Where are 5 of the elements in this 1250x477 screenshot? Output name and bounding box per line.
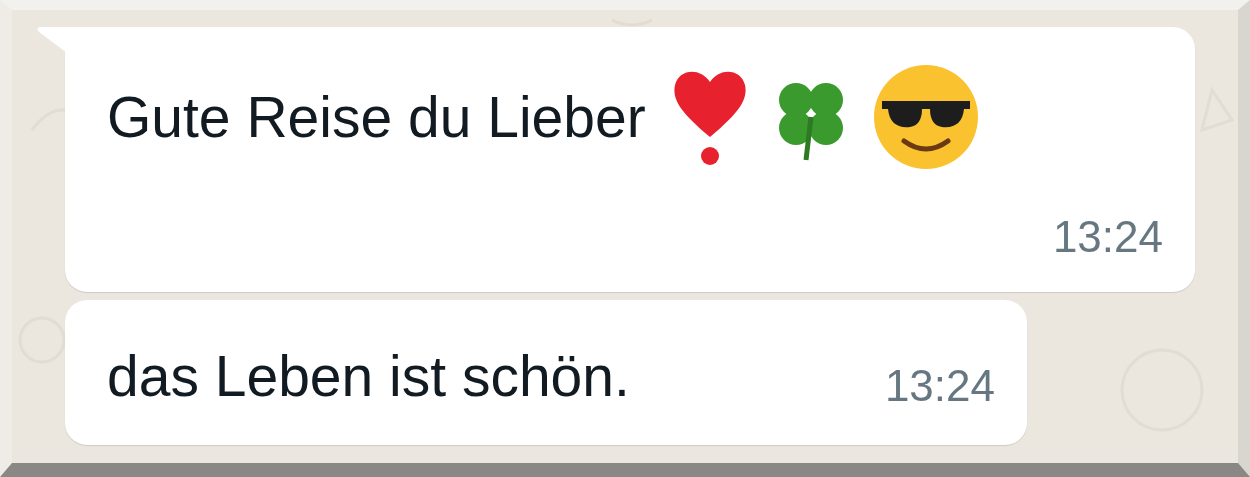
message-text: Gute Reise du Lieber xyxy=(107,83,646,151)
message-time: 13:24 xyxy=(1052,215,1163,259)
message-text: das Leben ist schön. xyxy=(107,343,631,410)
sunglasses-smiley-icon xyxy=(871,63,980,171)
message-time: 13:24 xyxy=(884,364,995,409)
